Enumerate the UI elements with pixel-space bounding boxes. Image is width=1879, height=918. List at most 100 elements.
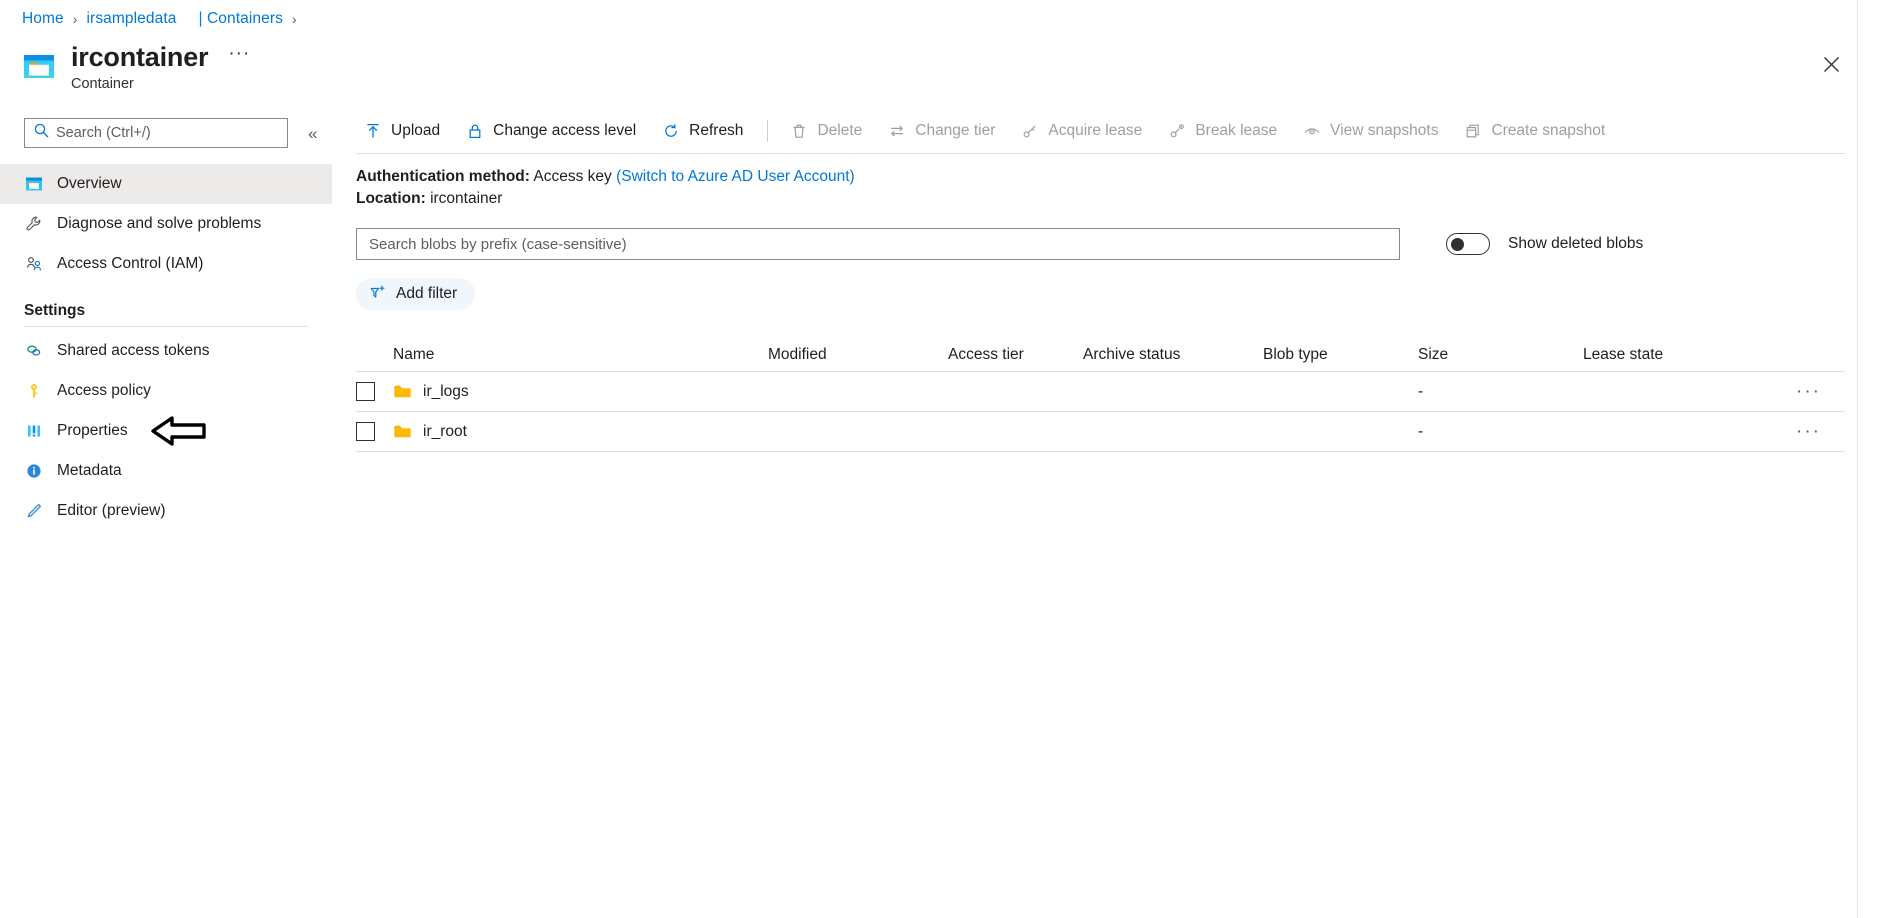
table-row[interactable]: ir_root - ···	[356, 412, 1845, 452]
snapshot-create-icon	[1464, 122, 1482, 140]
breadcrumb-item-home[interactable]: Home	[22, 10, 64, 28]
sidebar-item-access-policy[interactable]: Access policy	[0, 371, 332, 411]
auth-method-label: Authentication method:	[356, 168, 530, 185]
bars-icon	[24, 421, 44, 441]
page-title: ircontainer	[71, 42, 209, 72]
lock-icon	[466, 122, 484, 140]
blade-right-edge	[1857, 0, 1858, 918]
acquire-lease-button[interactable]: Acquire lease	[1013, 115, 1150, 147]
switch-auth-link[interactable]: (Switch to Azure AD User Account)	[616, 168, 855, 185]
column-header-blob-type[interactable]: Blob type	[1263, 346, 1418, 364]
sidebar: « Overview	[0, 118, 332, 531]
row-name-cell: ir_logs	[393, 382, 768, 401]
breadcrumb-item-containers[interactable]: | Containers	[198, 10, 283, 28]
change-access-level-button[interactable]: Change access level	[458, 115, 644, 147]
add-filter-label: Add filter	[396, 285, 458, 302]
column-header-lease-state[interactable]: Lease state	[1583, 346, 1783, 364]
location-label: Location:	[356, 190, 426, 207]
sidebar-section-settings: Settings	[24, 302, 86, 319]
show-deleted-blobs-toggle[interactable]	[1446, 233, 1490, 255]
delete-button[interactable]: Delete	[782, 115, 870, 147]
sidebar-search-row: «	[0, 118, 332, 148]
column-header-modified[interactable]: Modified	[768, 346, 948, 364]
sidebar-item-editor-preview[interactable]: Editor (preview)	[0, 491, 332, 531]
sidebar-search-input[interactable]	[56, 125, 261, 141]
sidebar-item-access-control-iam[interactable]: Access Control (IAM)	[0, 244, 332, 284]
sidebar-item-properties[interactable]: Properties	[0, 411, 332, 451]
sidebar-search-box[interactable]	[24, 118, 288, 148]
add-filter-row: Add filter	[356, 278, 1845, 310]
command-label: Change access level	[493, 121, 637, 139]
row-checkbox-cell	[356, 382, 393, 401]
main-content: Upload Change access level Refresh Delet…	[356, 110, 1845, 452]
authentication-method-row: Authentication method: Access key (Switc…	[356, 166, 1845, 188]
toggle-knob	[1451, 238, 1464, 251]
add-filter-button[interactable]: Add filter	[356, 278, 476, 310]
row-checkbox[interactable]	[356, 382, 375, 401]
page-title-block: ircontainer ··· Container	[22, 42, 250, 93]
breadcrumb: Home › irsampledata | Containers ›	[22, 10, 306, 28]
trash-icon	[790, 122, 808, 140]
people-icon	[24, 254, 44, 274]
row-more-menu-button[interactable]: ···	[1794, 378, 1823, 405]
sidebar-item-diagnose-and-solve-problems[interactable]: Diagnose and solve problems	[0, 204, 332, 244]
row-name-label[interactable]: ir_root	[423, 423, 467, 441]
column-header-size[interactable]: Size	[1418, 346, 1583, 364]
command-label: Upload	[391, 121, 441, 139]
sidebar-item-label: Editor (preview)	[57, 502, 166, 519]
row-more-menu-button[interactable]: ···	[1794, 418, 1823, 445]
command-bar: Upload Change access level Refresh Delet…	[356, 110, 1845, 154]
sidebar-item-label: Properties	[57, 422, 128, 439]
search-icon	[34, 123, 49, 143]
wrench-icon	[24, 214, 44, 234]
overview-icon	[24, 174, 44, 194]
table-header: Name Modified Access tier Archive status…	[356, 338, 1845, 372]
chevron-double-left-icon[interactable]: «	[304, 121, 321, 146]
lease-icon	[1021, 122, 1039, 140]
sidebar-item-label: Access Control (IAM)	[57, 255, 204, 272]
close-icon	[1823, 56, 1839, 72]
key-icon	[24, 381, 44, 401]
column-header-archive-status[interactable]: Archive status	[1083, 346, 1263, 364]
breadcrumb-item-irsampledata[interactable]: irsampledata	[87, 10, 177, 28]
close-blade-button[interactable]	[1815, 48, 1847, 80]
blob-table: Name Modified Access tier Archive status…	[356, 338, 1845, 452]
break-lease-button[interactable]: Break lease	[1160, 115, 1285, 147]
pencil-icon	[24, 501, 44, 521]
row-name-label[interactable]: ir_logs	[423, 383, 469, 401]
command-label: Refresh	[689, 121, 744, 139]
refresh-icon	[662, 122, 680, 140]
row-name-cell: ir_root	[393, 422, 768, 441]
link-rings-icon	[24, 341, 44, 361]
column-header-access-tier[interactable]: Access tier	[948, 346, 1083, 364]
sidebar-item-metadata[interactable]: Metadata	[0, 451, 332, 491]
container-icon	[22, 50, 56, 84]
blob-search-input[interactable]	[357, 235, 1399, 253]
row-checkbox-cell	[356, 422, 393, 441]
view-snapshots-button[interactable]: View snapshots	[1295, 115, 1446, 147]
page-more-menu-button[interactable]: ···	[228, 44, 250, 72]
azure-portal-container-blade: Home › irsampledata | Containers › ircon…	[0, 0, 1879, 918]
sidebar-divider	[24, 326, 308, 327]
sidebar-item-label: Access policy	[57, 382, 151, 399]
sidebar-item-overview[interactable]: Overview	[0, 164, 332, 204]
folder-icon	[393, 422, 412, 441]
blob-search-box[interactable]	[356, 228, 1400, 260]
refresh-button[interactable]: Refresh	[654, 115, 751, 147]
table-row[interactable]: ir_logs - ···	[356, 372, 1845, 412]
sidebar-item-label: Shared access tokens	[57, 342, 210, 359]
create-snapshot-button[interactable]: Create snapshot	[1456, 115, 1613, 147]
auth-method-value: Access key	[533, 168, 612, 185]
change-tier-button[interactable]: Change tier	[880, 115, 1003, 147]
folder-icon	[393, 382, 412, 401]
sidebar-item-shared-access-tokens[interactable]: Shared access tokens	[0, 331, 332, 371]
row-checkbox[interactable]	[356, 422, 375, 441]
info-icon	[24, 461, 44, 481]
show-deleted-blobs-control: Show deleted blobs	[1446, 233, 1643, 255]
column-header-name[interactable]: Name	[393, 346, 768, 364]
upload-button[interactable]: Upload	[356, 115, 448, 147]
break-lease-icon	[1168, 122, 1186, 140]
page-subtitle: Container	[71, 76, 134, 93]
command-label: Delete	[817, 121, 863, 139]
swap-arrows-icon	[888, 122, 906, 140]
